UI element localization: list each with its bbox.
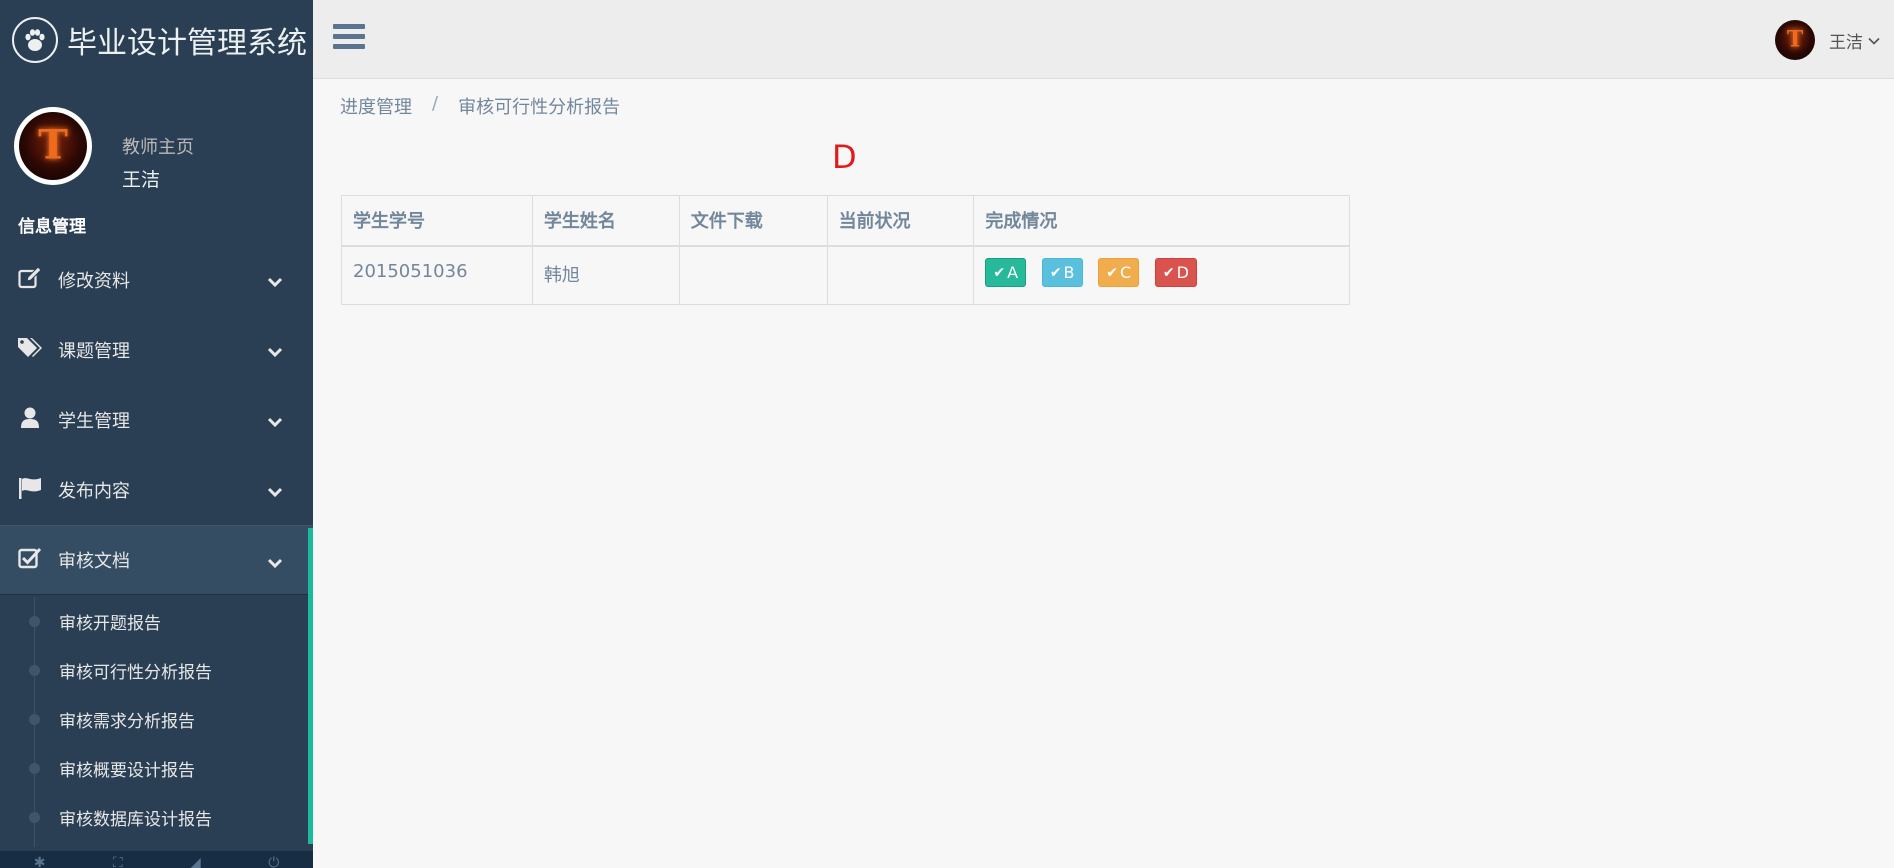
sidebar-item-publish-content[interactable]: 发布内容 — [0, 455, 313, 525]
chevron-down-icon — [267, 411, 283, 432]
table-row: 2015051036 韩旭 ✔ A ✔ B ✔ C ✔ D — [341, 245, 1350, 305]
bullet-icon — [29, 616, 40, 627]
sidebar-item-label: 学生管理 — [58, 411, 130, 432]
chevron-down-icon — [1868, 30, 1880, 50]
sidebar-item-label: 审核文档 — [58, 551, 130, 572]
grade-c-button[interactable]: ✔ C — [1098, 258, 1140, 287]
breadcrumb: 进度管理 / 审核可行性分析报告 — [340, 93, 620, 119]
check-icon: ✔ — [1106, 264, 1118, 281]
column-header: 学生姓名 — [531, 195, 680, 247]
file-download-cell[interactable] — [678, 245, 828, 305]
student-id-cell: 2015051036 — [341, 245, 533, 305]
submenu-item-label: 审核数据库设计报告 — [59, 810, 212, 830]
tags-icon — [16, 337, 44, 364]
bullet-icon — [29, 812, 40, 823]
user-name: 王洁 — [1829, 32, 1863, 53]
check-icon: ✔ — [1049, 264, 1062, 281]
breadcrumb-parent[interactable]: 进度管理 — [340, 93, 412, 119]
flag-icon — [16, 477, 44, 504]
edit-icon — [16, 265, 44, 294]
menu-section-title: 信息管理 — [18, 217, 86, 237]
grade-display: D — [832, 138, 857, 176]
sidebar-item-label: 发布内容 — [58, 481, 130, 502]
completion-cell: ✔ A ✔ B ✔ C ✔ D — [973, 245, 1350, 305]
settings-icon[interactable]: ✱ — [34, 855, 46, 868]
grade-b-button[interactable]: ✔ B — [1041, 258, 1083, 287]
top-nav: T 王洁 — [313, 0, 1894, 79]
submenu-item-opening-report[interactable]: 审核开题报告 — [0, 597, 308, 646]
fullscreen-icon[interactable]: ⛶ — [113, 855, 123, 868]
chevron-down-icon — [267, 481, 283, 502]
user-icon — [16, 407, 44, 434]
check-icon: ✔ — [1162, 264, 1175, 281]
profile: T 教师主页 王洁 — [0, 79, 313, 197]
chevron-down-icon — [267, 552, 283, 573]
sidebar-footer: ✱ ⛶ ◢ ⏻ — [0, 851, 313, 868]
sidebar-item-topic-management[interactable]: 课题管理 — [0, 315, 313, 385]
submenu-item-label: 审核概要设计报告 — [59, 761, 195, 781]
column-header: 当前状况 — [826, 195, 975, 247]
status-cell — [826, 245, 975, 305]
column-header: 文件下载 — [678, 195, 828, 247]
active-menu-indicator — [308, 528, 313, 844]
breadcrumb-current: 审核可行性分析报告 — [458, 97, 621, 118]
column-header: 学生学号 — [341, 195, 533, 247]
avatar: T — [1775, 20, 1815, 60]
profile-name: 王洁 — [122, 169, 161, 191]
user-menu[interactable]: T 王洁 — [1775, 20, 1880, 60]
check-square-icon — [16, 547, 44, 574]
submenu-item-label: 审核可行性分析报告 — [59, 663, 212, 683]
table-header-row: 学生学号 学生姓名 文件下载 当前状况 完成情况 — [341, 195, 1350, 247]
submenu-item-requirements-report[interactable]: 审核需求分析报告 — [0, 695, 308, 744]
chevron-down-icon — [267, 341, 283, 362]
sidebar-menu: 修改资料 课题管理 学生管理 发布内容 审核文档 — [0, 245, 313, 595]
submenu-item-outline-design-report[interactable]: 审核概要设计报告 — [0, 744, 308, 793]
grade-a-button[interactable]: ✔ A — [985, 258, 1027, 287]
menu-toggle-icon[interactable] — [333, 24, 365, 52]
lock-icon[interactable]: ◢ — [190, 855, 201, 868]
sidebar: 毕业设计管理系统 T 教师主页 王洁 信息管理 修改资料 课题管理 学生管理 发… — [0, 0, 313, 868]
submenu-item-feasibility-report[interactable]: 审核可行性分析报告 — [0, 646, 308, 695]
breadcrumb-separator: / — [432, 93, 439, 114]
submenu-item-label: 审核需求分析报告 — [59, 712, 195, 732]
bullet-icon — [29, 665, 40, 676]
avatar: T — [14, 107, 92, 185]
submenu-item-label: 审核开题报告 — [59, 614, 161, 634]
profile-welcome: 教师主页 — [122, 137, 194, 158]
sidebar-item-student-management[interactable]: 学生管理 — [0, 385, 313, 455]
logout-icon[interactable]: ⏻ — [268, 855, 279, 868]
check-icon: ✔ — [993, 264, 1006, 281]
review-submenu: 审核开题报告 审核可行性分析报告 审核需求分析报告 审核概要设计报告 审核数据库… — [0, 597, 308, 847]
submenu-item-database-design-report[interactable]: 审核数据库设计报告 — [0, 793, 308, 842]
bullet-icon — [29, 714, 40, 725]
brand-title: 毕业设计管理系统 — [67, 25, 307, 61]
column-header: 完成情况 — [973, 195, 1350, 247]
sidebar-item-label: 课题管理 — [58, 341, 130, 362]
student-name-cell: 韩旭 — [531, 245, 680, 305]
chevron-down-icon — [267, 271, 283, 292]
grade-d-button[interactable]: ✔ D — [1154, 258, 1197, 287]
paw-icon — [12, 16, 58, 63]
sidebar-item-label: 修改资料 — [58, 271, 130, 292]
brand[interactable]: 毕业设计管理系统 — [0, 0, 313, 79]
bullet-icon — [29, 763, 40, 774]
student-table: 学生学号 学生姓名 文件下载 当前状况 完成情况 2015051036 韩旭 ✔… — [341, 195, 1350, 305]
sidebar-item-review-documents[interactable]: 审核文档 — [0, 525, 313, 595]
sidebar-item-edit-profile[interactable]: 修改资料 — [0, 245, 313, 315]
